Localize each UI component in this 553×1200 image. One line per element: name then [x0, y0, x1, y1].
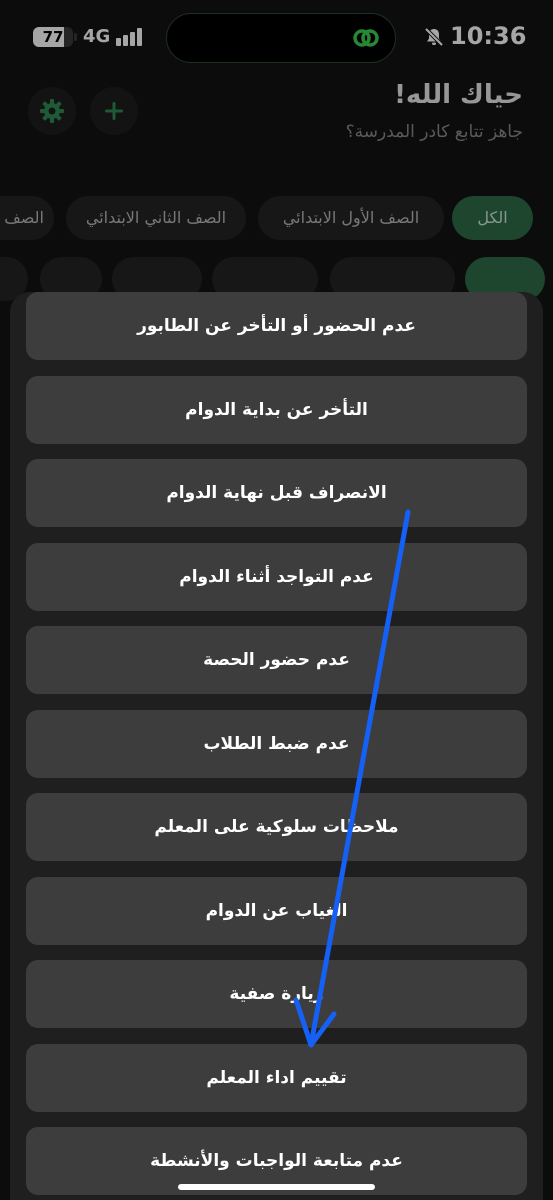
screen: 77 4G 10:36 حياك الله! جاهز تتابع كادر ا… — [0, 0, 553, 1200]
option-teacher-evaluation[interactable]: تقييم اداء المعلم — [26, 1044, 527, 1112]
option-absence[interactable]: الغياب عن الدوام — [26, 877, 527, 945]
option-class-visit[interactable]: زيارة صفية — [26, 960, 527, 1028]
option-early-leave[interactable]: الانصراف قبل نهاية الدوام — [26, 459, 527, 527]
option-missed-class[interactable]: عدم حضور الحصة — [26, 626, 527, 694]
option-class-control[interactable]: عدم ضبط الطلاب — [26, 710, 527, 778]
option-absence-assembly[interactable]: عدم الحضور أو التأخر عن الطابور — [26, 292, 527, 360]
action-sheet: عدم الحضور أو التأخر عن الطابور التأخر ع… — [10, 292, 543, 1200]
option-behavior-notes[interactable]: ملاحظات سلوكية على المعلم — [26, 793, 527, 861]
option-not-present[interactable]: عدم التواجد أثناء الدوام — [26, 543, 527, 611]
option-late-start[interactable]: التأخر عن بداية الدوام — [26, 376, 527, 444]
home-indicator[interactable] — [178, 1184, 375, 1190]
